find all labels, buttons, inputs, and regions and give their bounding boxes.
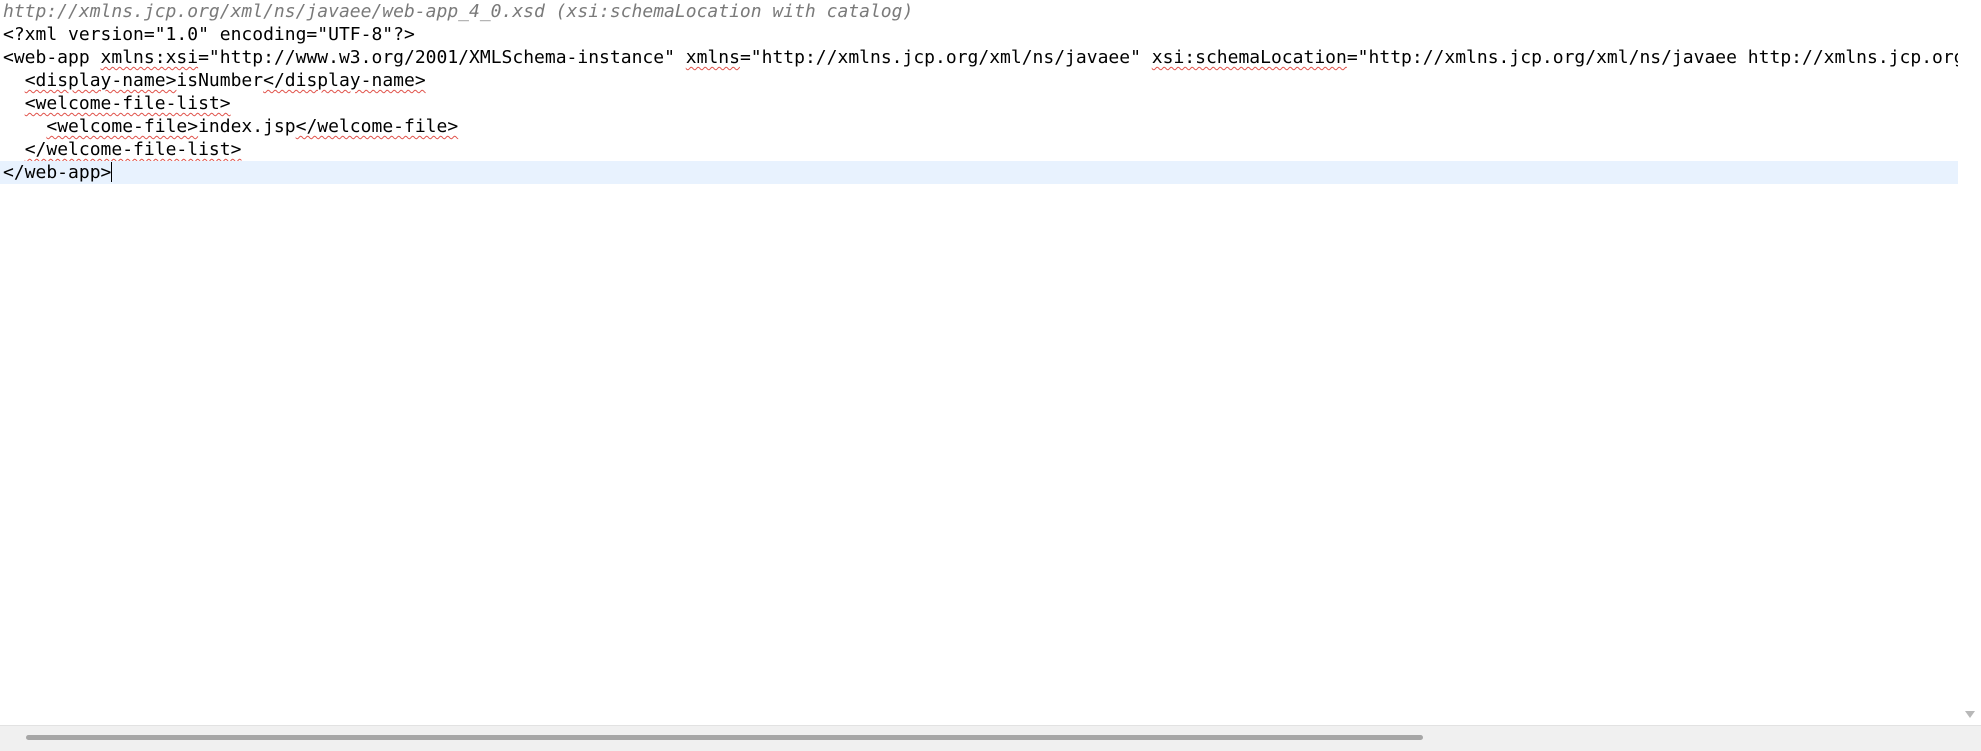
vertical-scrollbar[interactable] [1958, 0, 1981, 726]
display-name-open-tag: <display-name> [24, 70, 177, 91]
xmlns-value: ="http://xmlns.jcp.org/xml/ns/javaee" [739, 47, 1152, 68]
xml-declaration: <?xml version="1.0" encoding="UTF-8"?> [3, 24, 415, 45]
code-line-2[interactable]: <web-app xmlns:xsi="http://www.w3.org/20… [0, 46, 1958, 69]
code-line-6[interactable]: </welcome-file-list> [0, 138, 1958, 161]
code-line-5[interactable]: <welcome-file>index.jsp</welcome-file> [0, 115, 1958, 138]
xml-editor[interactable]: http://xmlns.jcp.org/xml/ns/javaee/web-a… [0, 0, 1981, 751]
text-caret [111, 162, 113, 182]
xmlns-xsi-value: ="http://www.w3.org/2001/XMLSchema-insta… [198, 47, 686, 68]
welcome-file-list-close-tag: </welcome-file-list> [24, 139, 242, 160]
web-app-open-tag: <web-app [3, 47, 101, 68]
xmlns-xsi-attr: xmlns:xsi [100, 47, 199, 68]
display-name-close-tag: </display-name> [263, 70, 426, 91]
code-area[interactable]: <?xml version="1.0" encoding="UTF-8"?> <… [0, 23, 1958, 723]
horizontal-scroll-thumb[interactable] [26, 735, 1423, 740]
xmlns-attr: xmlns [685, 47, 740, 68]
welcome-file-open-tag: <welcome-file> [46, 116, 199, 137]
schema-location-hint: http://xmlns.jcp.org/xml/ns/javaee/web-a… [3, 1, 914, 22]
code-line-1[interactable]: <?xml version="1.0" encoding="UTF-8"?> [0, 23, 1958, 46]
web-app-close-tag: </web-app> [3, 162, 112, 183]
code-line-3[interactable]: <display-name>isNumber</display-name> [0, 69, 1958, 92]
code-line-7-current[interactable]: </web-app> [0, 161, 1958, 184]
welcome-file-close-tag: </welcome-file> [295, 116, 459, 137]
welcome-file-list-open-tag: <welcome-file-list> [24, 93, 231, 114]
scroll-down-arrow-icon[interactable] [1965, 711, 1975, 718]
schema-location-value: ="http://xmlns.jcp.org/xml/ns/javaee htt… [1346, 47, 1958, 68]
schema-location-attr: xsi:schemaLocation [1151, 47, 1347, 68]
horizontal-scrollbar[interactable] [0, 725, 1981, 751]
scrollbar-corner [1958, 726, 1981, 751]
code-line-4[interactable]: <welcome-file-list> [0, 92, 1958, 115]
display-name-value: isNumber [176, 70, 264, 91]
welcome-file-value: index.jsp [198, 116, 296, 137]
